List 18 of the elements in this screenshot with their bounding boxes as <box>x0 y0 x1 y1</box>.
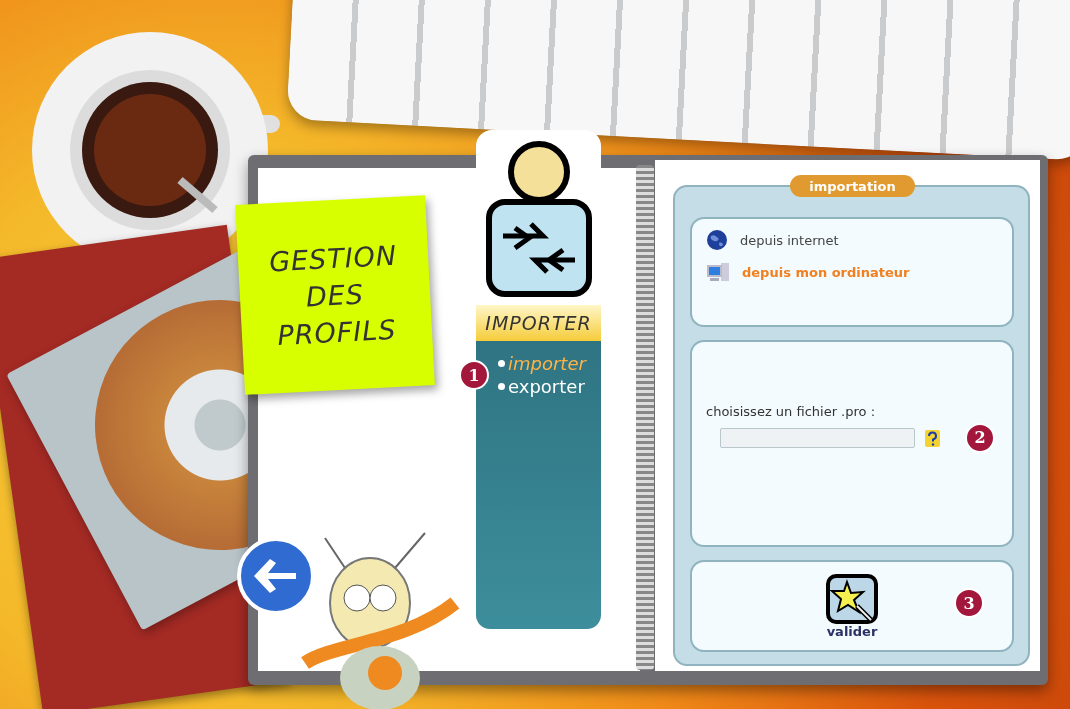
step-marker: 3 <box>954 588 984 619</box>
back-arrow-icon <box>254 559 298 593</box>
note-title: DES <box>305 278 365 312</box>
step-marker: 1 <box>459 360 489 390</box>
computer-icon <box>706 261 730 283</box>
module-label: IMPORTER <box>476 305 601 341</box>
menu-item[interactable]: exporter <box>498 376 601 397</box>
menu-item[interactable]: importer <box>498 353 601 374</box>
source-option[interactable]: depuis internet <box>706 229 998 251</box>
panel-title: importation <box>790 175 915 197</box>
note-title: GESTION <box>268 239 398 277</box>
source-option[interactable]: depuis mon ordinateur <box>706 261 998 283</box>
file-label: choisissez un fichier .pro : <box>706 403 877 419</box>
file-field[interactable] <box>720 427 915 448</box>
note-title: PROFILS <box>276 313 398 351</box>
help-icon[interactable] <box>923 427 943 448</box>
step-marker: 2 <box>965 422 995 453</box>
globe-icon <box>706 229 728 251</box>
